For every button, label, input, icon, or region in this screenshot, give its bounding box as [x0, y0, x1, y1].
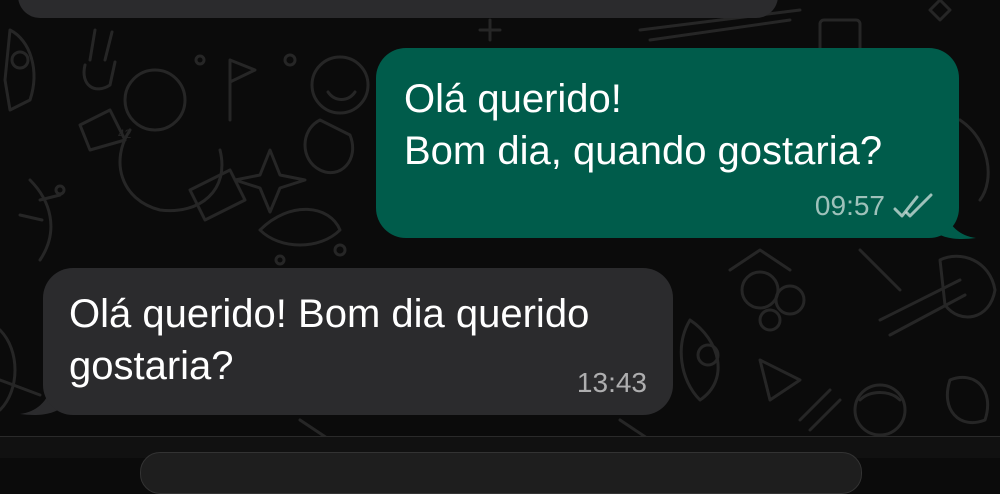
outgoing-message-line-2: Bom dia, quando gostaria? — [404, 129, 883, 173]
outgoing-message-meta: 09:57 — [815, 190, 935, 222]
rocket-doodle — [3, 28, 36, 112]
incoming-message-time: 13:43 — [576, 367, 647, 398]
outgoing-message-time: 09:57 — [814, 190, 885, 221]
previous-message-bubble[interactable] — [18, 0, 778, 18]
double-check-icon — [893, 193, 933, 218]
svg-text:42: 42 — [118, 127, 132, 141]
outgoing-message-bubble[interactable]: Olá querido! Bom dia, quando gostaria? 0… — [376, 48, 959, 238]
incoming-message-bubble[interactable]: Olá querido! Bom dia querido gostaria? 1… — [43, 268, 673, 415]
outgoing-message-line-1: Olá querido! — [404, 77, 622, 121]
incoming-message-line-2: gostaria? — [69, 344, 234, 388]
incoming-message-line-1: Olá querido! Bom dia querido — [69, 292, 590, 336]
message-input-field[interactable] — [140, 452, 862, 494]
